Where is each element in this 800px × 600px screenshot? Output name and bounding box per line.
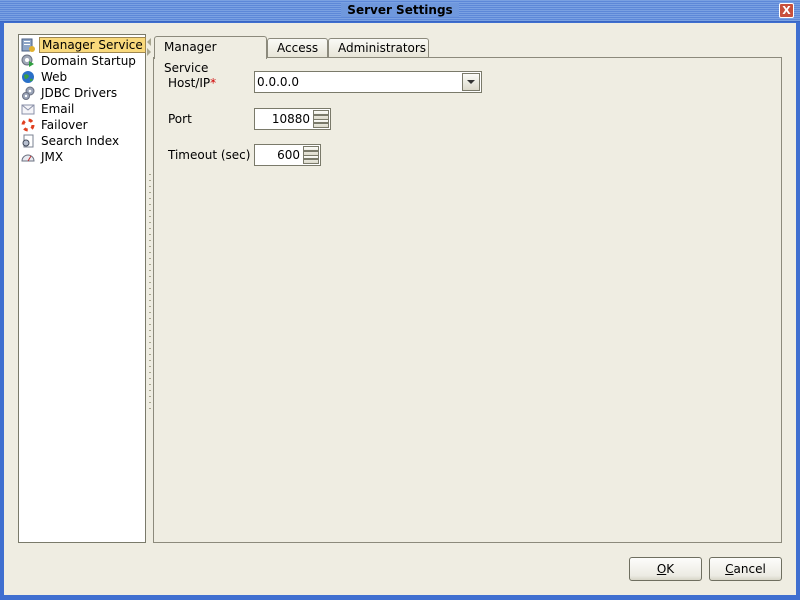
sidebar-item-label: Failover	[41, 118, 88, 132]
server-settings-dialog: Server Settings X Manager Service Domain…	[0, 0, 800, 600]
sidebar-item-web[interactable]: Web	[21, 69, 69, 85]
sidebar-item-jdbc-drivers[interactable]: JDBC Drivers	[21, 85, 119, 101]
sidebar-item-label: Email	[41, 102, 75, 116]
timeout-increment-button[interactable]	[303, 146, 319, 156]
envelope-icon	[21, 102, 35, 116]
tab-access[interactable]: Access	[267, 38, 328, 58]
globe-icon	[21, 70, 35, 84]
required-marker: *	[210, 76, 217, 90]
sidebar-item-label: JDBC Drivers	[41, 86, 118, 100]
tab-administrators[interactable]: Administrators	[328, 38, 429, 58]
close-button[interactable]: X	[779, 3, 794, 18]
expand-right-arrow-icon[interactable]	[147, 48, 151, 56]
title-bar[interactable]: Server Settings X	[0, 0, 800, 22]
timeout-label: Timeout (sec)	[168, 148, 251, 162]
chevron-down-icon	[467, 80, 475, 84]
port-value[interactable]: 10880	[272, 112, 310, 126]
cancel-button[interactable]: Cancel	[709, 557, 782, 581]
arrow-up-icon	[304, 149, 318, 152]
splitter-grip	[149, 174, 151, 414]
host-combobox[interactable]: 0.0.0.0	[254, 71, 482, 93]
window-title: Server Settings	[341, 3, 459, 17]
sidebar-item-failover[interactable]: Failover	[21, 117, 90, 133]
close-icon: X	[782, 4, 791, 17]
tab-label: Access	[277, 41, 319, 55]
port-increment-button[interactable]	[313, 110, 329, 120]
lifebuoy-icon	[21, 118, 35, 132]
port-decrement-button[interactable]	[313, 119, 329, 128]
tab-manager-service[interactable]: Manager Service	[154, 36, 267, 75]
sidebar-item-search-index[interactable]: Search Index	[21, 133, 121, 149]
sidebar-item-label: JMX	[41, 150, 64, 164]
ok-button[interactable]: OK	[629, 557, 702, 581]
sidebar-item-domain-startup[interactable]: Domain Startup	[21, 53, 138, 69]
host-value[interactable]: 0.0.0.0	[257, 75, 299, 89]
sidebar-item-manager-service[interactable]: Manager Service	[21, 37, 146, 53]
tab-label: Administrators	[338, 41, 427, 55]
sidebar-item-label: Manager Service	[39, 37, 146, 53]
host-dropdown-button[interactable]	[462, 73, 480, 91]
port-label: Port	[168, 112, 192, 126]
sidebar-item-email[interactable]: Email	[21, 101, 76, 117]
settings-category-list: Manager Service Domain Startup Web JDBC …	[18, 34, 146, 543]
dialog-content: Manager Service Domain Startup Web JDBC …	[4, 23, 796, 595]
timeout-decrement-button[interactable]	[303, 155, 319, 164]
sidebar-item-label: Domain Startup	[41, 54, 136, 68]
gauge-icon	[21, 150, 35, 164]
collapse-left-arrow-icon[interactable]	[147, 38, 151, 46]
arrow-down-icon	[304, 158, 318, 161]
sidebar-item-label: Search Index	[41, 134, 120, 148]
manager-service-panel: Host/IP* 0.0.0.0 Port 10880 Timeout (sec…	[153, 57, 782, 543]
sidebar-item-jmx[interactable]: JMX	[21, 149, 65, 165]
server-icon	[21, 38, 35, 52]
gear-play-icon	[21, 54, 35, 68]
gears-icon	[21, 86, 35, 100]
timeout-value[interactable]: 600	[277, 148, 300, 162]
sidebar-item-label: Web	[41, 70, 68, 84]
arrow-up-icon	[314, 113, 328, 116]
arrow-down-icon	[314, 122, 328, 125]
port-spinner[interactable]: 10880	[254, 108, 331, 130]
search-document-icon	[21, 134, 35, 148]
timeout-spinner[interactable]: 600	[254, 144, 321, 166]
